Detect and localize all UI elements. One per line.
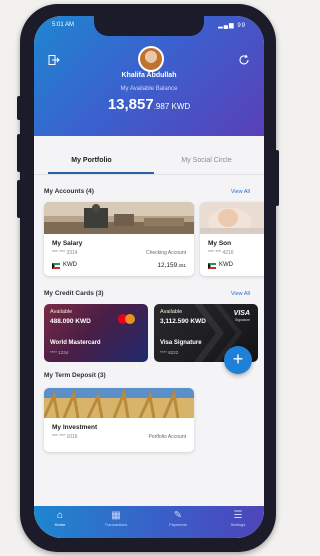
term-deposit-type: Portfolio Account [148, 434, 186, 440]
tabbar-payments[interactable]: ✎ Payments [158, 510, 198, 527]
tabbar-settings[interactable]: ☰ Settings [218, 510, 258, 527]
card-available-amount: 488.090 KWD [50, 318, 91, 325]
tabbar-label: Settings [230, 522, 246, 527]
card-available-amount: 3,112.590 KWD [160, 318, 206, 325]
account-currency: KWD [63, 262, 77, 268]
tabbar-transactions[interactable]: ▦ Transactions [96, 510, 136, 527]
credit-cards-view-all-link[interactable]: View All [231, 291, 250, 297]
status-time: 5:01 AM [52, 22, 75, 28]
account-type: Checking Account [145, 250, 186, 256]
visa-signature-mark: Signature [235, 318, 250, 322]
account-card-salary[interactable]: My Salary *** *** 3314 Checking Account … [44, 202, 194, 276]
term-deposit-name: My Investment [52, 424, 98, 431]
side-button [17, 180, 21, 218]
balance-integer: 13,857 [107, 96, 154, 113]
tabbar-home[interactable]: ⌂ Home [40, 510, 80, 527]
tabbar-label: Home [54, 522, 66, 527]
account-amount-decimals: .251 [177, 263, 186, 268]
account-currency: KWD [219, 262, 233, 268]
bottom-tab-bar: ⌂ Home ▦ Transactions ✎ Payments ☰ Setti… [34, 506, 264, 538]
add-fab-button[interactable]: + [224, 346, 252, 374]
tab-active-indicator [48, 172, 154, 174]
account-name: My Son [208, 240, 232, 247]
account-image [200, 202, 264, 236]
card-number: **** 1234 [50, 350, 69, 355]
side-button [275, 150, 279, 206]
side-button [17, 134, 21, 172]
app-screen: 5:01 AM ▂▄▆ 99 Khalifa Abdullah My Avail… [34, 16, 264, 538]
accounts-view-all-link[interactable]: View All [231, 189, 250, 195]
balance-label: My Available Balance [120, 86, 178, 92]
account-image [44, 202, 194, 234]
credit-card-mastercard[interactable]: Available 488.090 KWD World Mastercard *… [44, 304, 148, 362]
term-deposit-number: *** *** 1016 [52, 434, 78, 440]
mastercard-logo-icon [118, 314, 136, 324]
tab-divider [34, 174, 264, 175]
card-number: **** 8222 [160, 350, 179, 355]
content: My Portfolio My Social Circle My Account… [34, 136, 264, 538]
account-card-son[interactable]: My Son *** *** 4216 KWD [200, 202, 264, 276]
user-name: Khalifa Abdullah [121, 72, 177, 79]
balance-decimals: .987 [153, 102, 170, 111]
status-indicators: ▂▄▆ 99 [218, 23, 246, 29]
refresh-icon[interactable] [236, 52, 252, 68]
account-amount: 12,159.251 [157, 262, 186, 269]
tabbar-label: Transactions [104, 522, 128, 527]
notch [94, 16, 204, 36]
card-available-label: Available [160, 309, 183, 315]
accounts-title: My Accounts (4) [44, 188, 94, 195]
payments-icon: ✎ [173, 510, 183, 521]
term-deposit-card[interactable]: My Investment *** *** 1016 Portfolio Acc… [44, 388, 194, 452]
logout-icon[interactable] [46, 52, 62, 68]
avatar[interactable] [138, 46, 164, 72]
term-deposit-image [44, 388, 194, 419]
balance-value: 13,857.987 KWD [34, 96, 264, 114]
card-available-label: Available [50, 309, 73, 315]
kuwait-flag-icon [208, 263, 216, 269]
kuwait-flag-icon [52, 263, 60, 269]
term-deposit-title: My Term Deposit (3) [44, 372, 106, 379]
card-name: Visa Signature [160, 340, 202, 346]
side-button [17, 96, 21, 120]
tab-my-social-circle[interactable]: My Social Circle [149, 157, 264, 164]
tab-my-portfolio[interactable]: My Portfolio [34, 157, 149, 164]
credit-cards-title: My Credit Cards (3) [44, 290, 104, 297]
card-name: World Mastercard [50, 340, 101, 346]
visa-logo-icon: VISA [233, 310, 250, 317]
account-number: *** *** 4216 [208, 250, 234, 256]
home-icon: ⌂ [56, 510, 64, 521]
tab-bar: My Portfolio My Social Circle [34, 152, 264, 176]
transactions-icon: ▦ [111, 510, 121, 521]
account-name: My Salary [52, 240, 83, 247]
settings-icon: ☰ [233, 510, 243, 521]
balance-currency: KWD [169, 102, 191, 111]
tabbar-label: Payments [169, 522, 187, 527]
account-amount-integer: 12,159 [157, 262, 178, 269]
account-number: *** *** 3314 [52, 250, 78, 256]
